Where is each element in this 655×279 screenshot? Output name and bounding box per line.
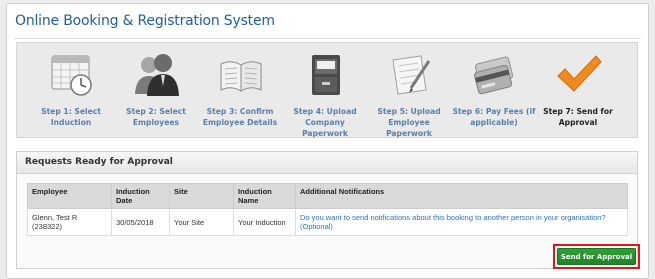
step-upload-company-paperwork[interactable]: Step 4: Upload Company Paperwork <box>283 43 367 139</box>
people-icon <box>135 54 179 96</box>
step-select-induction[interactable]: Step 1: Select Induction <box>29 43 113 139</box>
cell-employee: Glenn, Test R (238322) <box>27 208 112 236</box>
table-header-row: Employee Induction Date Site Induction N… <box>27 183 628 209</box>
panel-header: Requests Ready for Approval <box>17 152 637 174</box>
requests-table: Employee Induction Date Site Induction N… <box>27 183 628 236</box>
app-title: Online Booking & Registration System <box>15 13 275 29</box>
table-row: Glenn, Test R (238322) 30/05/2018 Your S… <box>27 208 628 236</box>
column-header-induction-name: Induction Name <box>233 183 296 209</box>
step-pay-fees[interactable]: Step 6: Pay Fees (if applicable) <box>452 43 536 139</box>
credit-card-icon <box>474 56 514 95</box>
column-header-induction-date: Induction Date <box>111 183 170 209</box>
send-button-highlight: Send for Approval <box>553 244 640 269</box>
cell-induction-name: Your Induction <box>233 208 296 236</box>
step-label: Step 7: Send for Approval <box>543 107 613 127</box>
wizard-steps: Step 1: Select Induction Step 2: Select … <box>16 42 638 138</box>
step-upload-employee-paperwork[interactable]: Step 5: Upload Employee Paperwork <box>367 43 451 139</box>
file-cabinet-icon <box>312 55 340 95</box>
send-for-approval-button[interactable]: Send for Approval <box>557 248 636 265</box>
approval-panel: Requests Ready for Approval Employee Ind… <box>16 151 638 269</box>
step-send-for-approval[interactable]: Step 7: Send for Approval <box>536 43 620 139</box>
step-confirm-details[interactable]: Step 3: Confirm Employee Details <box>198 43 282 139</box>
column-header-site: Site <box>169 183 234 209</box>
column-header-notifications: Additional Notifications <box>295 183 628 209</box>
open-book-icon <box>220 61 262 92</box>
step-label: Step 3: Confirm Employee Details <box>202 107 278 127</box>
step-label: Step 2: Select Employees <box>126 107 186 127</box>
step-label: Step 6: Pay Fees (if applicable) <box>452 107 536 127</box>
paper-pen-icon <box>392 55 431 95</box>
step-select-employees[interactable]: Step 2: Select Employees <box>114 43 198 139</box>
title-divider <box>14 38 641 39</box>
panel-title: Requests Ready for Approval <box>25 157 173 167</box>
cell-induction-date: 30/05/2018 <box>111 208 170 236</box>
step-label: Step 5: Upload Employee Paperwork <box>377 107 441 138</box>
cell-site: Your Site <box>169 208 234 236</box>
step-label: Step 4: Upload Company Paperwork <box>293 107 357 138</box>
calendar-icon <box>51 55 92 96</box>
notification-link[interactable]: Do you want to send notifications about … <box>295 208 628 236</box>
column-header-employee: Employee <box>27 183 112 209</box>
step-label: Step 1: Select Induction <box>41 107 101 127</box>
checkmark-icon <box>557 55 602 92</box>
